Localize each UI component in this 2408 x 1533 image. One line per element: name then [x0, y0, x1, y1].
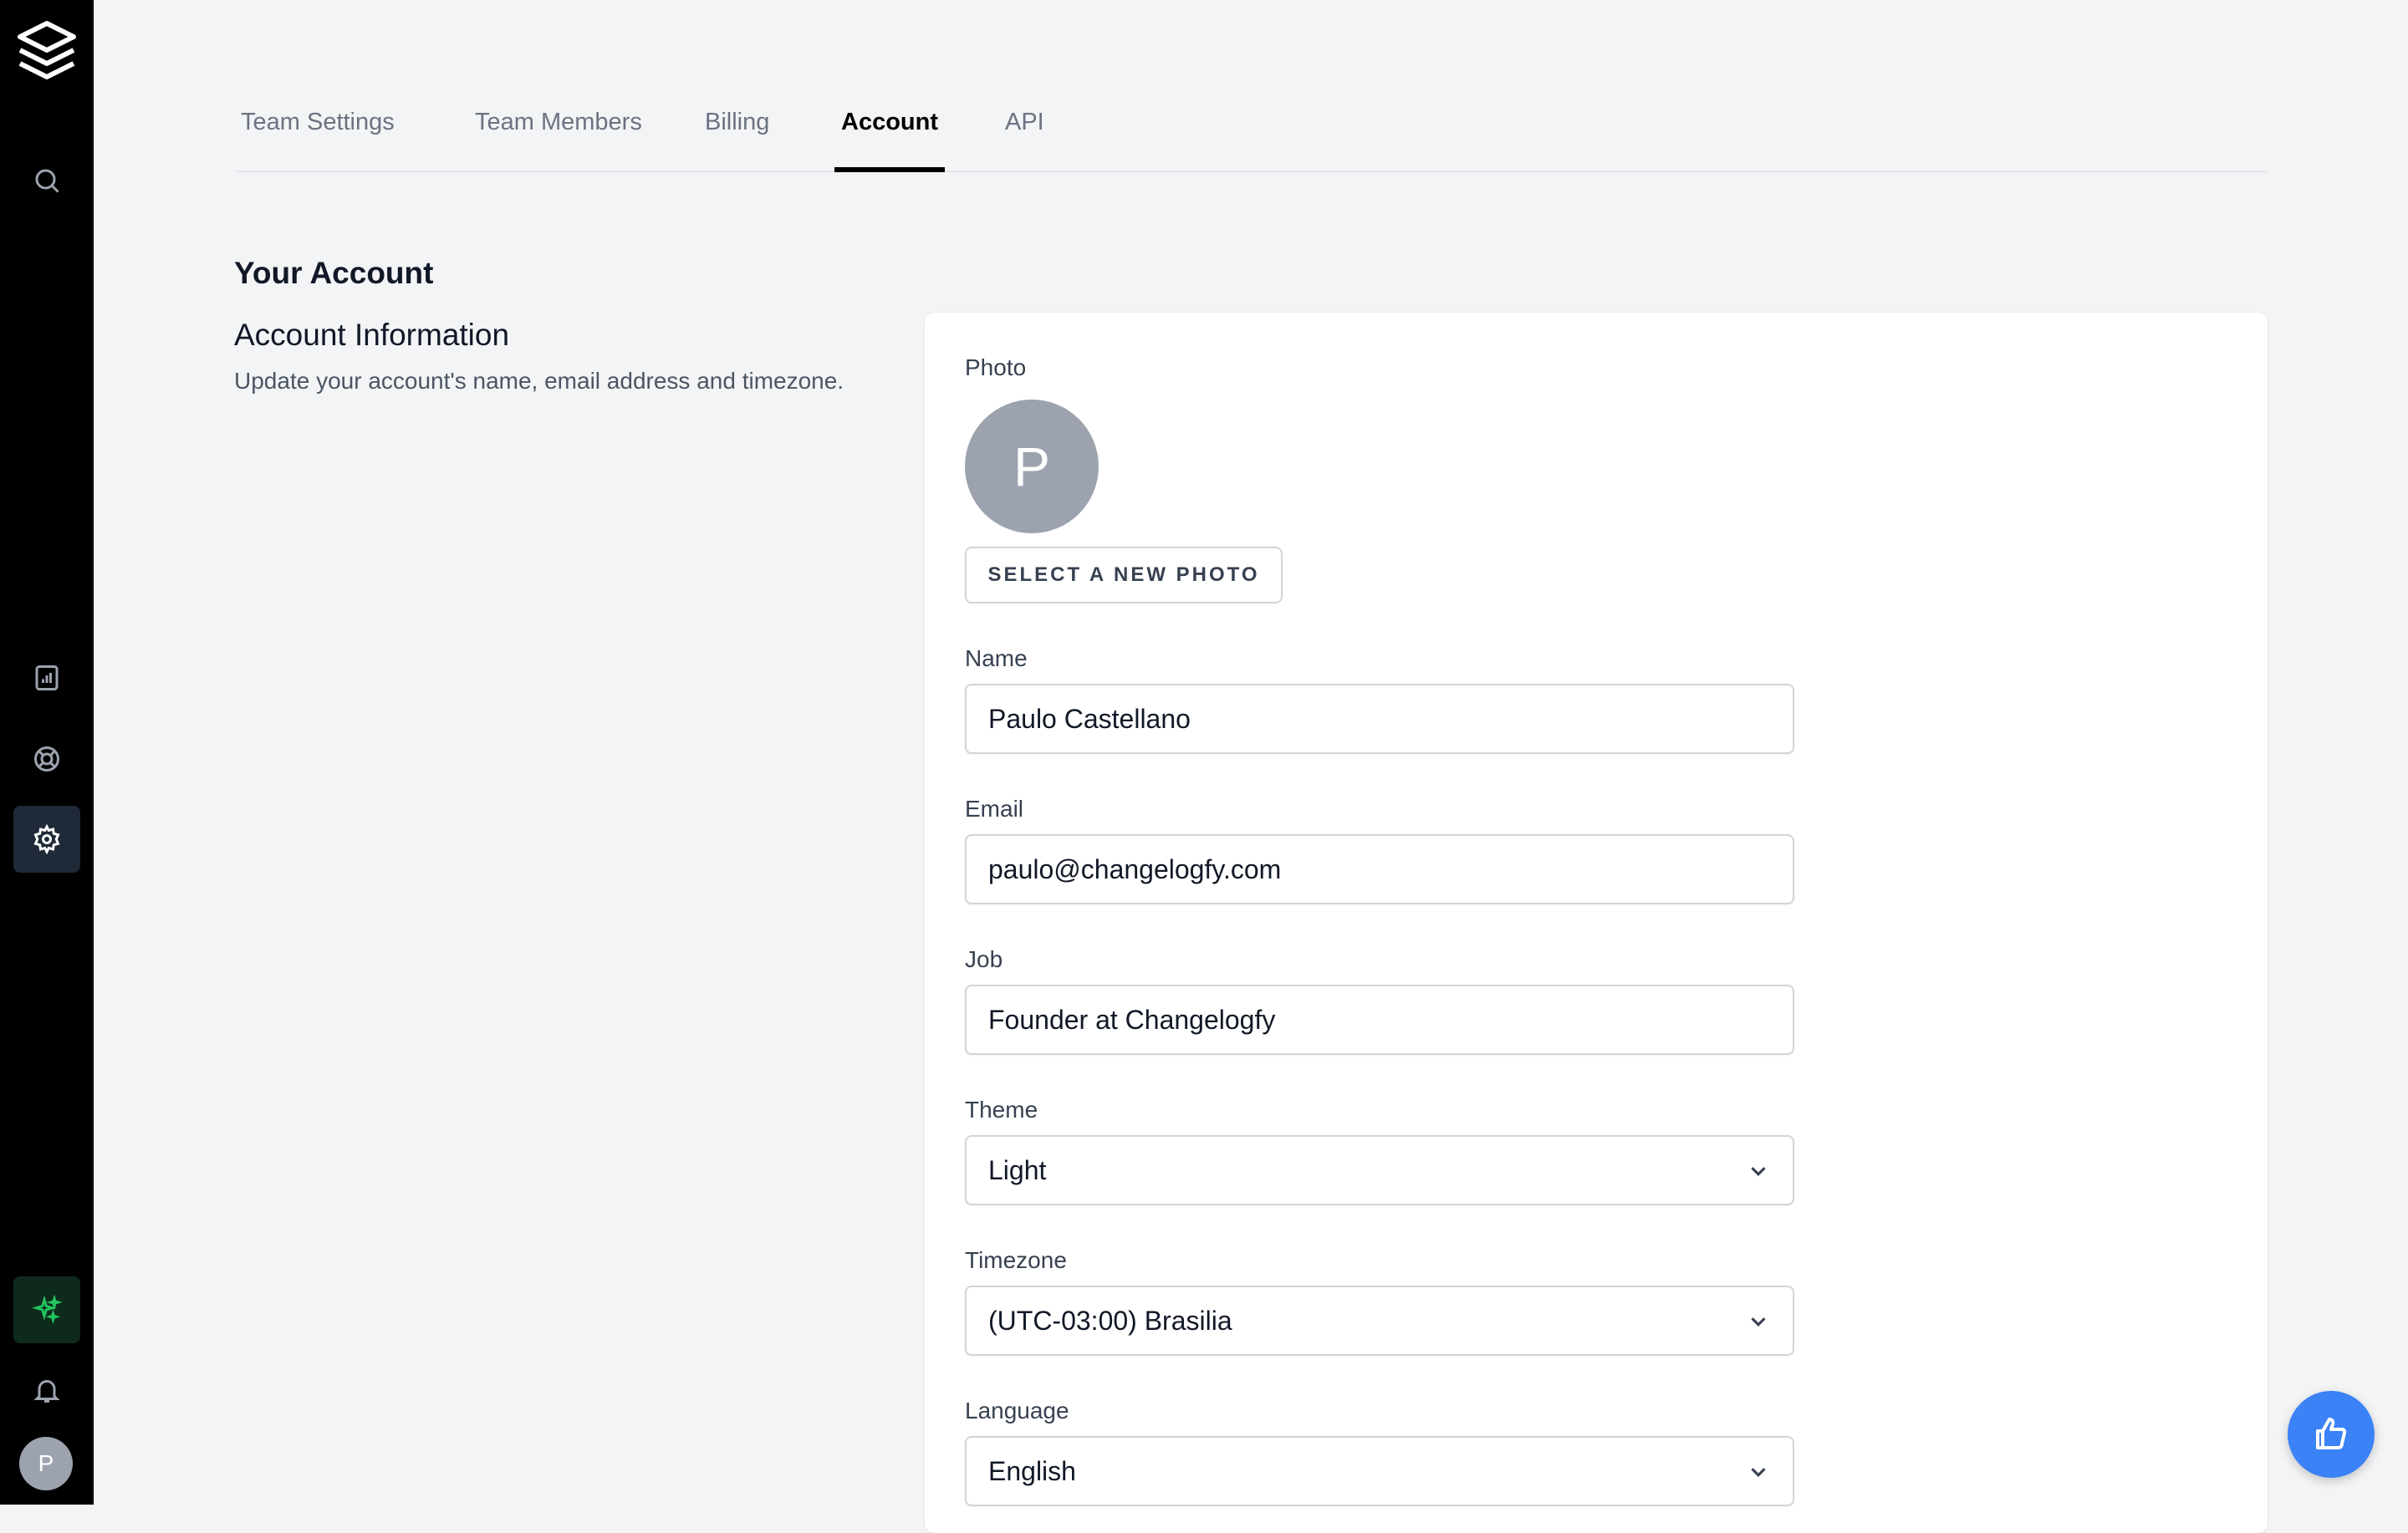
language-value: English — [988, 1455, 1076, 1486]
theme-label: Theme — [965, 1097, 1038, 1123]
feedback-button[interactable] — [2288, 1391, 2375, 1478]
chevron-down-icon — [1751, 1167, 1766, 1176]
job-label: Job — [965, 946, 1003, 972]
job-field[interactable]: Founder at Changelogfy — [965, 985, 1794, 1055]
chevron-down-icon — [1751, 1317, 1766, 1327]
support-icon[interactable] — [13, 726, 80, 792]
language-label: Language — [965, 1398, 1069, 1424]
timezone-select[interactable]: (UTC-03:00) Brasilia — [965, 1286, 1794, 1356]
account-form-card: Photo P SELECT A NEW PHOTO Name Paulo Ca… — [925, 313, 2268, 1533]
timezone-label: Timezone — [965, 1247, 1067, 1273]
chart-icon[interactable] — [13, 644, 80, 711]
tab-billing[interactable]: Billing — [698, 92, 776, 172]
sparkle-icon[interactable] — [13, 1276, 80, 1343]
profile-photo: P — [965, 400, 1099, 533]
sidebar: P — [0, 0, 94, 1505]
select-photo-button[interactable]: SELECT A NEW PHOTO — [965, 547, 1283, 604]
section-description: Update your account's name, email addres… — [234, 368, 844, 394]
tab-api[interactable]: API — [998, 92, 1051, 172]
gear-icon[interactable] — [13, 806, 80, 873]
name-label: Name — [965, 645, 1028, 671]
section-heading: Account Information — [234, 318, 510, 352]
chevron-down-icon — [1751, 1468, 1766, 1477]
tab-account[interactable]: Account — [834, 92, 945, 172]
search-icon[interactable] — [13, 147, 80, 214]
tab-team-members[interactable]: Team Members — [468, 92, 649, 172]
name-field[interactable]: Paulo Castellano — [965, 684, 1794, 754]
language-select[interactable]: English — [965, 1436, 1794, 1506]
settings-tabs: Team Settings Team Members Billing Accou… — [234, 92, 2268, 172]
photo-label: Photo — [965, 354, 1027, 380]
timezone-value: (UTC-03:00) Brasilia — [988, 1305, 1232, 1336]
page-title: Your Account — [234, 256, 434, 290]
theme-value: Light — [988, 1154, 1047, 1185]
email-field[interactable]: paulo@changelogfy.com — [965, 834, 1794, 904]
logo-layers-icon[interactable] — [15, 18, 79, 89]
email-label: Email — [965, 796, 1024, 822]
thumbs-up-icon — [2316, 1418, 2347, 1449]
bell-icon[interactable] — [13, 1357, 80, 1424]
user-avatar[interactable]: P — [19, 1437, 73, 1490]
theme-select[interactable]: Light — [965, 1135, 1794, 1205]
tab-team-settings[interactable]: Team Settings — [234, 92, 401, 172]
